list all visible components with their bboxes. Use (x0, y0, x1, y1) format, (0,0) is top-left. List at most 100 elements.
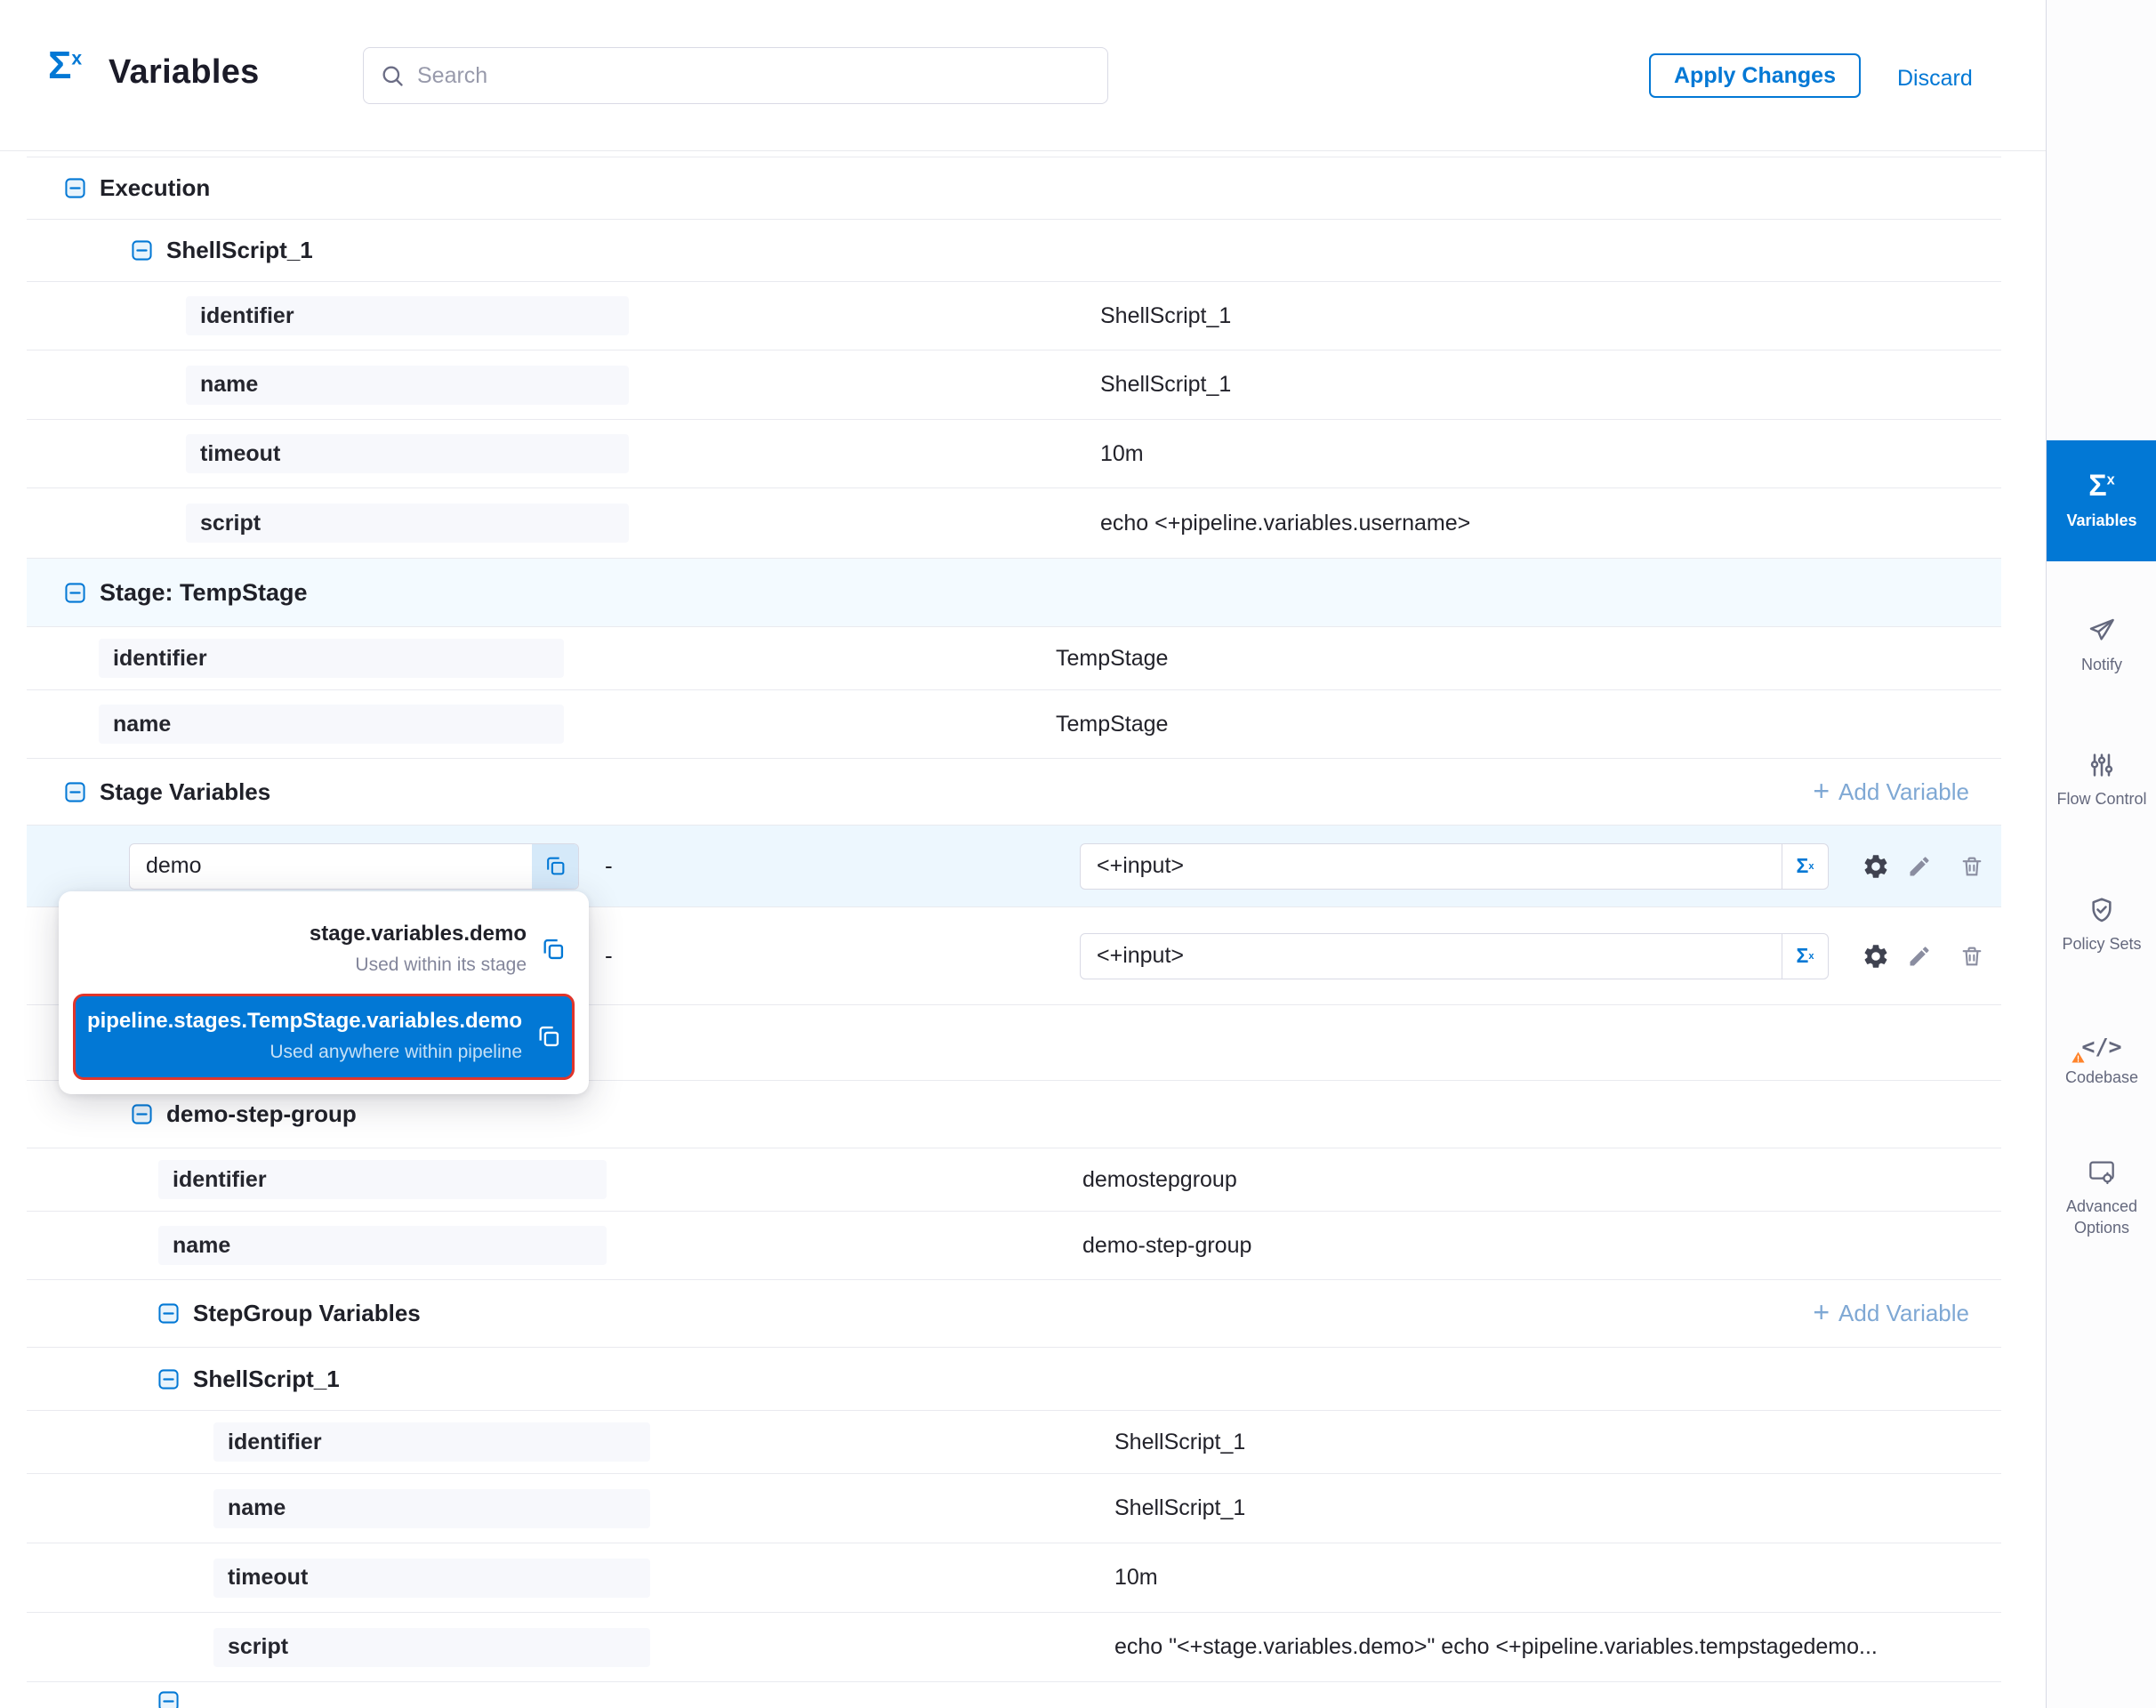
collapse-icon[interactable] (132, 240, 152, 261)
add-variable-button[interactable]: +Add Variable (1813, 778, 1969, 806)
row-stage-header: Stage: TempStage (27, 559, 2001, 627)
prop-label: name (99, 705, 564, 744)
nav-item-codebase[interactable]: </> Codebase (2047, 1014, 2156, 1110)
add-variable-button[interactable]: +Add Variable (1813, 1300, 1969, 1327)
edit-icon[interactable] (1907, 854, 1932, 879)
sigma-sup-glyph: x (2107, 471, 2115, 487)
collapse-icon[interactable] (158, 1369, 179, 1390)
variable-value-input[interactable]: <+input> Σx (1080, 933, 1829, 979)
usage-option-pipeline-scope[interactable]: pipeline.stages.TempStage.variables.demo… (73, 994, 575, 1080)
row-stage-name: name TempStage (27, 690, 2001, 759)
sigma-glyph: Σ (1797, 854, 1809, 878)
variables-panel: Σx Variables Apply Changes Discard Execu… (0, 0, 2156, 1708)
plus-icon: + (1813, 777, 1830, 805)
row-stage-identifier: identifier TempStage (27, 627, 2001, 690)
collapse-icon[interactable] (65, 782, 85, 802)
search-box[interactable] (363, 47, 1108, 104)
delete-icon[interactable] (1959, 854, 1984, 879)
row-step2-identifier: identifier ShellScript_1 (27, 1411, 2001, 1474)
usage-option-sublabel: Used anywhere within pipeline (87, 1042, 522, 1063)
runtime-input-icon[interactable]: Σx (1782, 934, 1828, 979)
search-icon (380, 63, 405, 88)
group-label-step2: ShellScript_1 (193, 1366, 340, 1393)
sigma-sup-glyph: x (1808, 951, 1814, 962)
variable-type-dash: - (605, 852, 613, 880)
collapse-icon[interactable] (65, 178, 85, 198)
row-partial (27, 1682, 2001, 1707)
collapse-icon[interactable] (158, 1691, 179, 1708)
right-nav-rail: Σx Variables Notify Flow Control Policy … (2046, 0, 2156, 1708)
row-stage-variables: Stage Variables +Add Variable (27, 759, 2001, 826)
variable-value-input[interactable]: <+input> Σx (1080, 843, 1829, 890)
nav-item-notify[interactable]: Notify (2047, 598, 2156, 694)
prop-value: demo-step-group (1082, 1233, 1251, 1259)
group-label-execution: Execution (100, 174, 210, 202)
usage-option-text: stage.variables.demo Used within its sta… (310, 922, 527, 976)
page-title: Variables (109, 53, 260, 92)
variables-icon: Σx (2088, 471, 2114, 501)
discard-button[interactable]: Discard (1897, 66, 1973, 92)
nav-item-variables[interactable]: Σx Variables (2047, 440, 2156, 561)
usage-option-label: stage.variables.demo (310, 922, 527, 947)
prop-label: script (186, 504, 629, 543)
row-step1: ShellScript_1 (27, 220, 2001, 282)
usage-option-stage-scope[interactable]: stage.variables.demo Used within its sta… (73, 907, 575, 994)
prop-value: TempStage (1056, 712, 1168, 737)
sliders-icon (2088, 751, 2116, 779)
nav-label: Codebase (2055, 1068, 2148, 1088)
prop-label: identifier (158, 1160, 607, 1199)
settings-icon[interactable] (1862, 942, 1890, 971)
edit-icon[interactable] (1907, 944, 1932, 969)
copy-icon[interactable] (541, 937, 566, 962)
prop-label: identifier (99, 639, 564, 678)
settings-icon[interactable] (1862, 852, 1890, 881)
group-label-step1: ShellScript_1 (166, 237, 313, 264)
prop-label: name (186, 366, 629, 405)
nav-label: Variables (2055, 511, 2148, 531)
sigma-glyph: Σ (2088, 469, 2106, 503)
nav-item-flow-control[interactable]: Flow Control (2047, 725, 2156, 836)
copy-icon[interactable] (532, 844, 578, 889)
prop-value: 10m (1100, 441, 1144, 467)
collapse-icon[interactable] (65, 583, 85, 603)
nav-item-advanced-options[interactable]: Advanced Options (2047, 1141, 2156, 1255)
prop-value: ShellScript_1 (1114, 1430, 1245, 1455)
runtime-input-icon[interactable]: Σx (1782, 844, 1828, 889)
collapse-icon[interactable] (158, 1303, 179, 1324)
prop-value: ShellScript_1 (1114, 1495, 1245, 1521)
group-label-stage: Stage: TempStage (100, 579, 308, 607)
variable-name-input[interactable]: demo (129, 843, 579, 890)
nav-label: Policy Sets (2055, 934, 2148, 955)
code-glyph-text: </> (2081, 1034, 2121, 1059)
apply-changes-button[interactable]: Apply Changes (1649, 53, 1861, 98)
group-label-step-group: demo-step-group (166, 1100, 357, 1128)
search-input[interactable] (417, 63, 1058, 89)
group-label-stepgroup-variables: StepGroup Variables (193, 1300, 421, 1327)
prop-label: identifier (186, 296, 629, 335)
collapse-icon[interactable] (132, 1104, 152, 1124)
sigma-glyph: Σ (48, 44, 71, 87)
prop-label: timeout (213, 1559, 650, 1598)
sigma-sup-glyph: x (71, 48, 82, 68)
prop-label: script (213, 1628, 650, 1667)
window-gear-icon (2088, 1158, 2116, 1187)
prop-value: ShellScript_1 (1100, 372, 1231, 398)
row-step1-identifier: identifier ShellScript_1 (27, 282, 2001, 350)
prop-value: ShellScript_1 (1100, 303, 1231, 329)
plus-icon: + (1813, 1298, 1830, 1326)
row-execution: Execution (27, 157, 2001, 220)
nav-item-policy-sets[interactable]: Policy Sets (2047, 870, 2156, 981)
row-step1-name: name ShellScript_1 (27, 350, 2001, 420)
usage-option-sublabel: Used within its stage (310, 955, 527, 976)
usage-option-text: pipeline.stages.TempStage.variables.demo… (87, 1009, 522, 1063)
variable-type-dash: - (605, 942, 613, 970)
code-brackets-icon: </> (2081, 1035, 2121, 1058)
shield-check-icon (2088, 896, 2116, 924)
prop-label: timeout (186, 434, 629, 473)
delete-icon[interactable] (1959, 944, 1984, 969)
variable-value-text: <+input> (1097, 853, 1184, 879)
prop-value: TempStage (1056, 646, 1168, 672)
copy-icon[interactable] (536, 1024, 561, 1049)
variable-value-text: <+input> (1097, 943, 1184, 969)
prop-label: name (158, 1226, 607, 1265)
